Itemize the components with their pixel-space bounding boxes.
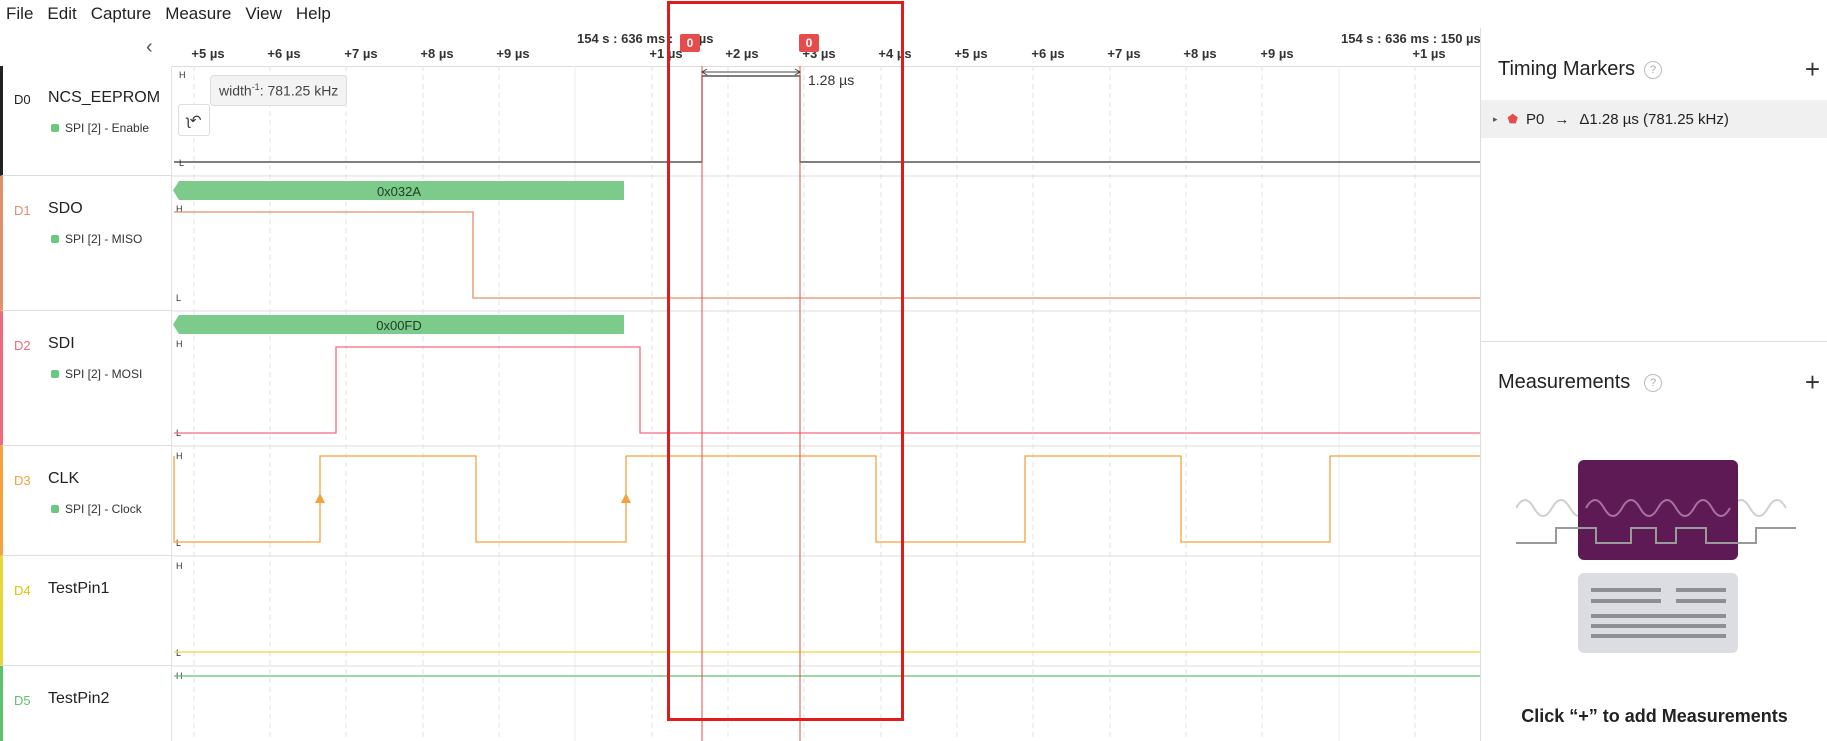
menu-help[interactable]: Help — [289, 4, 338, 24]
decode-value-sdo: 0x032A — [377, 184, 421, 199]
level-high: H — [176, 451, 183, 461]
measurements-title: Measurements — [1498, 371, 1631, 393]
channel-name: SDI — [48, 335, 75, 352]
tick-label: +9 µs — [496, 46, 530, 61]
help-icon[interactable]: ? — [1644, 374, 1662, 392]
channel-id: D5 — [14, 693, 31, 708]
protocol-dot-icon — [51, 370, 59, 378]
abs-time-right: 154 s : 636 ms : 150 µs — [1341, 31, 1481, 46]
tick-label: +5 µs — [191, 46, 225, 61]
measurements-illustration — [1516, 460, 1796, 653]
level-high: H — [176, 561, 183, 571]
marker-shield-icon: ⬟ — [1507, 112, 1518, 126]
protocol-label: SPI [2] - Clock — [51, 502, 142, 516]
level-low: L — [179, 158, 184, 168]
decode-value-sdi: 0x00FD — [376, 318, 422, 333]
clock-edge-marker-icon — [315, 493, 325, 503]
timing-markers-title: Timing Markers — [1498, 58, 1636, 80]
menu-view[interactable]: View — [238, 4, 289, 24]
tooltip-sup: -1 — [251, 82, 260, 92]
channel-id: D3 — [14, 473, 31, 488]
sidebar: Timing Markers ? + ▸ ⬟ P0 → Δ1.28 µs (78… — [1480, 28, 1827, 741]
protocol-text: SPI [2] - MISO — [65, 232, 143, 246]
level-low: L — [176, 648, 181, 658]
tooltip-value: : 781.25 kHz — [259, 82, 339, 99]
abs-time-left-text: 154 s : 636 ms : — [577, 31, 677, 46]
protocol-text: SPI [2] - Clock — [65, 502, 142, 516]
menu-measure[interactable]: Measure — [158, 4, 238, 24]
channel-list: D0 NCS_EEPROM SPI [2] - Enable D1 SDO SP… — [0, 66, 172, 741]
tick-label: +6 µs — [267, 46, 301, 61]
tick-label: +7 µs — [1107, 46, 1141, 61]
tick-label: +9 µs — [1260, 46, 1294, 61]
channel-id: D2 — [14, 338, 31, 353]
expand-icon[interactable]: ▸ — [1493, 114, 1498, 125]
clock-edge-marker-icon — [621, 493, 631, 503]
add-timing-marker-button[interactable]: + — [1805, 56, 1820, 82]
level-low: L — [176, 538, 181, 548]
measure-tool-icon[interactable]: ʅ↶ — [178, 104, 210, 136]
add-measurement-button[interactable]: + — [1805, 369, 1820, 395]
timing-marker-row[interactable]: ▸ ⬟ P0 → Δ1.28 µs (781.25 kHz) — [1481, 100, 1827, 138]
protocol-text: SPI [2] - MOSI — [65, 367, 143, 381]
protocol-text: SPI [2] - Enable — [65, 121, 150, 135]
channel-d0[interactable]: D0 NCS_EEPROM SPI [2] - Enable — [0, 66, 171, 176]
protocol-label: SPI [2] - Enable — [51, 121, 149, 135]
channel-id: D0 — [14, 92, 31, 107]
width-tooltip: width-1: 781.25 kHz — [210, 75, 348, 106]
help-icon[interactable]: ? — [1644, 61, 1662, 79]
protocol-dot-icon — [51, 505, 59, 513]
channel-name: TestPin1 — [48, 580, 110, 597]
level-high: H — [179, 70, 186, 80]
channel-name: TestPin2 — [48, 690, 110, 707]
channel-d4[interactable]: D4 TestPin1 — [0, 556, 171, 666]
channel-d1[interactable]: D1 SDO SPI [2] - MISO — [0, 176, 171, 311]
tick-label: +8 µs — [1183, 46, 1217, 61]
highlight-box — [667, 1, 904, 721]
collapse-panel-icon[interactable]: ‹ — [146, 36, 153, 59]
marker-name: P0 — [1525, 110, 1545, 128]
channel-d3[interactable]: D3 CLK SPI [2] - Clock — [0, 446, 171, 556]
arrow-right-icon: → — [1554, 110, 1570, 128]
protocol-dot-icon — [51, 235, 59, 243]
tick-label: +7 µs — [344, 46, 378, 61]
level-low: L — [176, 293, 181, 303]
protocol-dot-icon — [51, 124, 59, 132]
channel-id: D1 — [14, 203, 31, 218]
measurements-hint: Click “+” to add Measurements — [1521, 706, 1788, 726]
protocol-label: SPI [2] - MOSI — [51, 367, 142, 381]
channel-name: NCS_EEPROM — [48, 89, 161, 106]
channel-d2[interactable]: D2 SDI SPI [2] - MOSI — [0, 311, 171, 446]
sidebar-divider — [1481, 341, 1827, 342]
marker-value: Δ1.28 µs (781.25 kHz) — [1579, 110, 1729, 128]
menu-capture[interactable]: Capture — [84, 4, 158, 24]
menu-edit[interactable]: Edit — [40, 4, 83, 24]
tick-label: +6 µs — [1031, 46, 1065, 61]
channel-id: D4 — [14, 583, 31, 598]
channel-d5[interactable]: D5 TestPin2 — [0, 666, 171, 741]
menu-file[interactable]: File — [0, 4, 40, 24]
tick-label: +8 µs — [420, 46, 454, 61]
tooltip-prefix: width — [219, 82, 252, 99]
protocol-label: SPI [2] - MISO — [51, 232, 142, 246]
tick-label: +5 µs — [954, 46, 988, 61]
tick-label: +1 µs — [1412, 46, 1446, 61]
level-high: H — [176, 339, 183, 349]
channel-name: SDO — [48, 200, 83, 217]
channel-name: CLK — [48, 470, 80, 487]
